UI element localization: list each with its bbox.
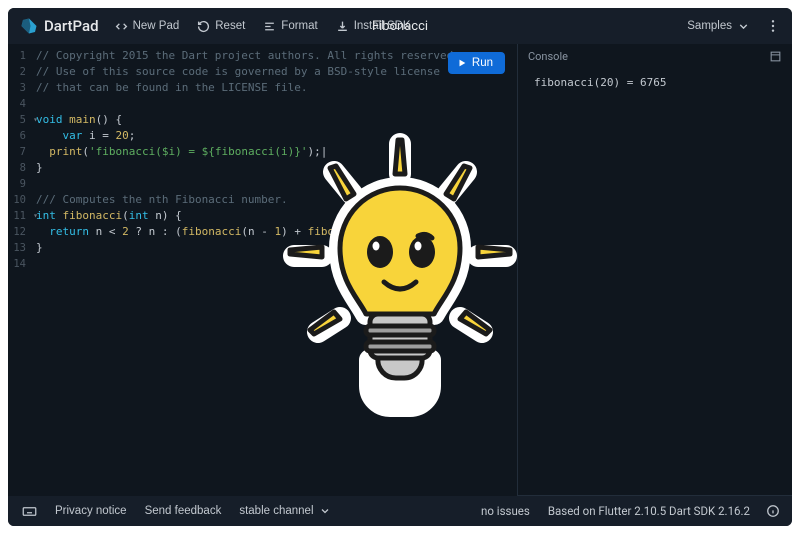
line-number: 11 (8, 208, 30, 224)
privacy-link[interactable]: Privacy notice (47, 501, 135, 521)
code-line: // that can be found in the LICENSE file… (36, 80, 511, 96)
line-number: 3 (8, 80, 30, 96)
line-number: 12 (8, 224, 30, 240)
code-line: var i = 20; (36, 128, 511, 144)
code-line (36, 96, 511, 112)
code-line: void main() { (36, 112, 511, 128)
keyboard-shortcuts-button[interactable] (14, 500, 45, 523)
keyboard-icon (22, 504, 37, 519)
app-window: DartPad New Pad Reset Format Install SDK… (8, 8, 792, 526)
editor-pane[interactable]: 1234567891011121314 // Copyright 2015 th… (8, 44, 517, 496)
code-line: } (36, 160, 511, 176)
code-line: print('fibonacci($i) = ${fibonacci(i)}')… (36, 144, 511, 160)
format-icon (263, 20, 276, 33)
main-split: 1234567891011121314 // Copyright 2015 th… (8, 44, 792, 496)
toolbar: DartPad New Pad Reset Format Install SDK… (8, 8, 792, 44)
statusbar: Privacy notice Send feedback stable chan… (8, 496, 792, 526)
line-number: 14 (8, 256, 30, 272)
download-icon (336, 20, 349, 33)
code-line (36, 176, 511, 192)
chevron-down-icon (319, 505, 331, 517)
code-line (36, 256, 511, 272)
line-number: 6 (8, 128, 30, 144)
line-number: 5 (8, 112, 30, 128)
channel-dropdown[interactable]: stable channel (231, 501, 338, 521)
format-button[interactable]: Format (255, 16, 325, 37)
version-label: Based on Flutter 2.10.5 Dart SDK 2.16.2 (540, 500, 758, 522)
code-line: int fibonacci(int n) { (36, 208, 511, 224)
line-number: 2 (8, 64, 30, 80)
samples-dropdown[interactable]: Samples (679, 16, 758, 37)
line-number: 9 (8, 176, 30, 192)
issues-status: no issues (473, 500, 538, 522)
more-vertical-icon (765, 18, 781, 34)
code-editor[interactable]: // Copyright 2015 the Dart project autho… (30, 44, 517, 496)
reset-icon (197, 20, 210, 33)
line-number: 7 (8, 144, 30, 160)
app-name: DartPad (44, 17, 99, 35)
code-line: return n < 2 ? n : (fibonacci(n - 1) + f… (36, 224, 511, 240)
expand-icon[interactable] (769, 50, 782, 63)
feedback-link[interactable]: Send feedback (137, 501, 230, 521)
info-button[interactable] (760, 498, 786, 524)
console-output: fibonacci(20) = 6765 (518, 69, 792, 335)
line-gutter: 1234567891011121314 (8, 44, 30, 496)
code-line: // Use of this source code is governed b… (36, 64, 511, 80)
code-line: /// Computes the nth Fibonacci number. (36, 192, 511, 208)
new-pad-button[interactable]: New Pad (107, 16, 188, 37)
play-icon (457, 58, 467, 68)
code-line: // Copyright 2015 the Dart project autho… (36, 48, 511, 64)
line-number: 8 (8, 160, 30, 176)
info-icon (766, 504, 780, 518)
console-title: Console (528, 50, 568, 63)
console-pane: Console fibonacci(20) = 6765 (517, 44, 792, 496)
run-button[interactable]: Run (448, 52, 505, 74)
line-number: 10 (8, 192, 30, 208)
reset-button[interactable]: Reset (189, 16, 253, 37)
code-icon (115, 20, 128, 33)
app-logo: DartPad (14, 17, 105, 35)
line-number: 13 (8, 240, 30, 256)
more-menu-button[interactable] (760, 13, 786, 39)
chevron-down-icon (737, 20, 750, 33)
code-line: } (36, 240, 511, 256)
page-title: Fibonacci (372, 19, 428, 34)
dart-logo-icon (20, 17, 38, 35)
console-header: Console (518, 44, 792, 69)
line-number: 1 (8, 48, 30, 64)
line-number: 4 (8, 96, 30, 112)
